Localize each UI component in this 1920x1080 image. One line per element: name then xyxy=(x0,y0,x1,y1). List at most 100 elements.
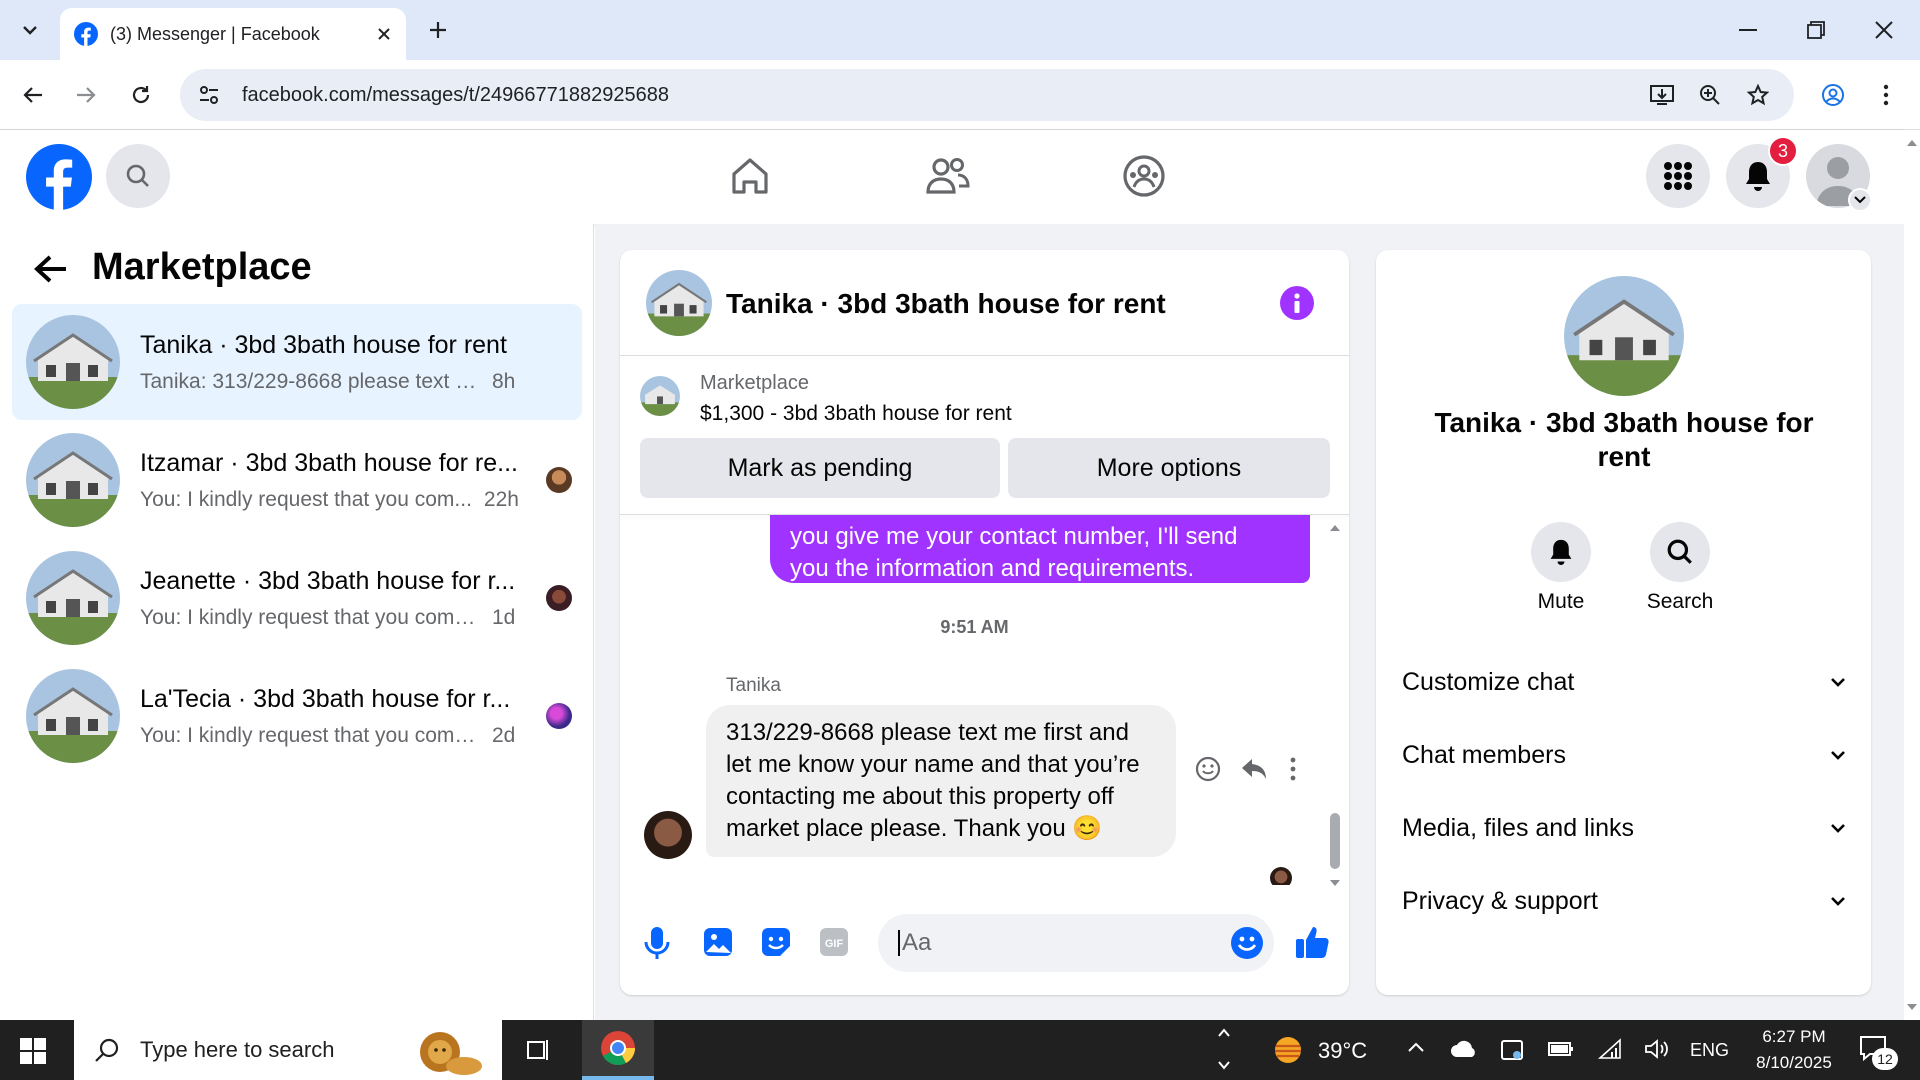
scrollbar[interactable] xyxy=(1328,521,1342,881)
info-name: Tanika · 3bd 3bath house for rent xyxy=(1434,407,1814,472)
mute-label: Mute xyxy=(1537,590,1585,613)
tab-search-chevron-icon[interactable] xyxy=(10,10,50,50)
groups-nav-icon[interactable] xyxy=(1122,154,1166,198)
address-bar[interactable]: facebook.com/messages/t/2496677188292568… xyxy=(180,69,1794,121)
browser-tab[interactable]: (3) Messenger | Facebook xyxy=(60,8,406,60)
volume-icon[interactable] xyxy=(1644,1038,1670,1060)
weather-icon[interactable] xyxy=(1270,1034,1306,1066)
facebook-search-button[interactable] xyxy=(106,144,170,208)
bell-icon xyxy=(1743,160,1773,192)
taskbar-scroll-up-icon[interactable] xyxy=(1216,1024,1232,1042)
meet-now-icon[interactable] xyxy=(1500,1038,1524,1062)
back-arrow-icon[interactable] xyxy=(34,254,68,284)
install-app-icon[interactable] xyxy=(1642,75,1682,115)
privacy-support-section[interactable]: Privacy & support xyxy=(1402,883,1846,919)
chat-title[interactable]: Tanika · 3bd 3bath house for rent xyxy=(726,288,1166,320)
new-tab-icon[interactable] xyxy=(418,10,458,50)
clock[interactable]: 6:27 PM 8/10/2025 xyxy=(1742,1024,1846,1076)
conversation-item[interactable]: La'Tecia · 3bd 3bath house for r... You:… xyxy=(12,658,582,774)
conversation-item[interactable]: Jeanette · 3bd 3bath house for r... You:… xyxy=(12,540,582,656)
svg-text:GIF: GIF xyxy=(825,938,844,950)
chevron-down-icon xyxy=(1830,750,1846,760)
emoji-icon[interactable] xyxy=(1230,926,1264,960)
window-close-icon[interactable] xyxy=(1860,10,1908,50)
weather-temperature[interactable]: 39°C xyxy=(1318,1038,1367,1064)
message-timestamp: 9:51 AM xyxy=(940,617,1009,637)
friends-nav-icon[interactable] xyxy=(924,154,970,198)
chat-info-icon[interactable] xyxy=(1280,286,1314,320)
sender-avatar[interactable] xyxy=(644,811,692,859)
section-label: Customize chat xyxy=(1402,667,1575,696)
restore-icon[interactable] xyxy=(1792,10,1840,50)
conversation-time: 1d xyxy=(492,605,516,629)
photo-icon[interactable] xyxy=(702,926,734,958)
gif-icon[interactable]: GIF xyxy=(818,926,850,958)
search-conversation-button[interactable] xyxy=(1650,522,1710,582)
seen-avatar xyxy=(546,703,572,729)
message-input[interactable]: Aa xyxy=(878,914,1274,972)
reply-icon[interactable] xyxy=(1240,755,1268,783)
browser-menu-icon[interactable] xyxy=(1866,75,1906,115)
message-input-placeholder: Aa xyxy=(902,929,932,956)
listing-title[interactable]: $1,300 - 3bd 3bath house for rent xyxy=(700,402,1012,426)
input-language[interactable]: ENG xyxy=(1690,1040,1729,1061)
more-options-button[interactable]: More options xyxy=(1008,438,1330,498)
scrollbar-thumb[interactable] xyxy=(1330,813,1340,869)
like-thumbs-up-icon[interactable] xyxy=(1294,924,1330,960)
outgoing-message[interactable]: you give me your contact number, I'll se… xyxy=(770,515,1310,583)
home-nav-icon[interactable] xyxy=(728,154,772,198)
seen-avatar xyxy=(546,467,572,493)
conversation-preview: Tanika: 313/229-8668 please text me f... xyxy=(140,369,480,393)
message-more-icon[interactable] xyxy=(1290,757,1296,781)
listing-thumbnail[interactable] xyxy=(640,376,680,416)
conversation-name: La'Tecia · 3bd 3bath house for r... xyxy=(140,684,511,713)
site-info-icon[interactable] xyxy=(198,84,220,106)
menu-button[interactable] xyxy=(1646,144,1710,208)
forward-icon[interactable] xyxy=(66,75,106,115)
page-scrollbar[interactable] xyxy=(1904,130,1920,1020)
taskbar-search-placeholder: Type here to search xyxy=(140,1037,335,1062)
chrome-taskbar-button[interactable] xyxy=(582,1020,654,1080)
facebook-logo-icon[interactable] xyxy=(26,144,92,210)
battery-icon[interactable] xyxy=(1548,1040,1574,1058)
scroll-down-arrow-icon[interactable] xyxy=(1328,876,1342,890)
sticker-icon[interactable] xyxy=(760,926,792,958)
windows-start-icon[interactable] xyxy=(20,1038,46,1064)
listing-avatar xyxy=(26,551,120,645)
back-icon[interactable] xyxy=(13,75,53,115)
react-icon[interactable] xyxy=(1194,755,1222,783)
chat-members-section[interactable]: Chat members xyxy=(1402,737,1846,773)
conversation-preview: You: I kindly request that you com... xyxy=(140,487,472,511)
conversation-item[interactable]: Tanika · 3bd 3bath house for rent Tanika… xyxy=(12,304,582,420)
minimize-icon[interactable] xyxy=(1724,10,1772,50)
task-view-icon[interactable] xyxy=(524,1036,552,1064)
incoming-message[interactable]: 313/229-8668 please text me first and le… xyxy=(706,705,1176,857)
bookmark-star-icon[interactable] xyxy=(1738,75,1778,115)
profile-icon[interactable] xyxy=(1813,75,1853,115)
chat-avatar[interactable] xyxy=(646,270,712,336)
facebook-favicon-icon xyxy=(74,22,98,46)
tray-chevron-up-icon[interactable] xyxy=(1406,1040,1426,1054)
taskbar-scroll-down-icon[interactable] xyxy=(1216,1056,1232,1074)
customize-chat-section[interactable]: Customize chat xyxy=(1402,664,1846,700)
tab-close-icon[interactable] xyxy=(376,26,392,42)
search-label: Search xyxy=(1646,590,1714,613)
conversation-item[interactable]: Itzamar · 3bd 3bath house for re... You:… xyxy=(12,422,582,538)
chevron-down-icon xyxy=(1830,823,1846,833)
mark-as-pending-button[interactable]: Mark as pending xyxy=(640,438,1000,498)
taskbar-search-box[interactable]: Type here to search xyxy=(74,1020,502,1080)
conversation-name: Jeanette · 3bd 3bath house for r... xyxy=(140,566,516,595)
mute-button[interactable] xyxy=(1531,522,1591,582)
microphone-icon[interactable] xyxy=(642,926,672,960)
search-icon xyxy=(1666,538,1694,566)
wifi-icon[interactable] xyxy=(1598,1038,1622,1060)
onedrive-icon[interactable] xyxy=(1450,1040,1478,1058)
search-icon xyxy=(125,163,151,189)
zoom-icon[interactable] xyxy=(1690,75,1730,115)
section-label: Privacy & support xyxy=(1402,886,1598,915)
chevron-down-icon xyxy=(1830,677,1846,687)
media-files-links-section[interactable]: Media, files and links xyxy=(1402,810,1846,846)
info-avatar[interactable] xyxy=(1564,276,1684,396)
account-chevron-icon[interactable] xyxy=(1848,188,1872,212)
reload-icon[interactable] xyxy=(121,75,161,115)
